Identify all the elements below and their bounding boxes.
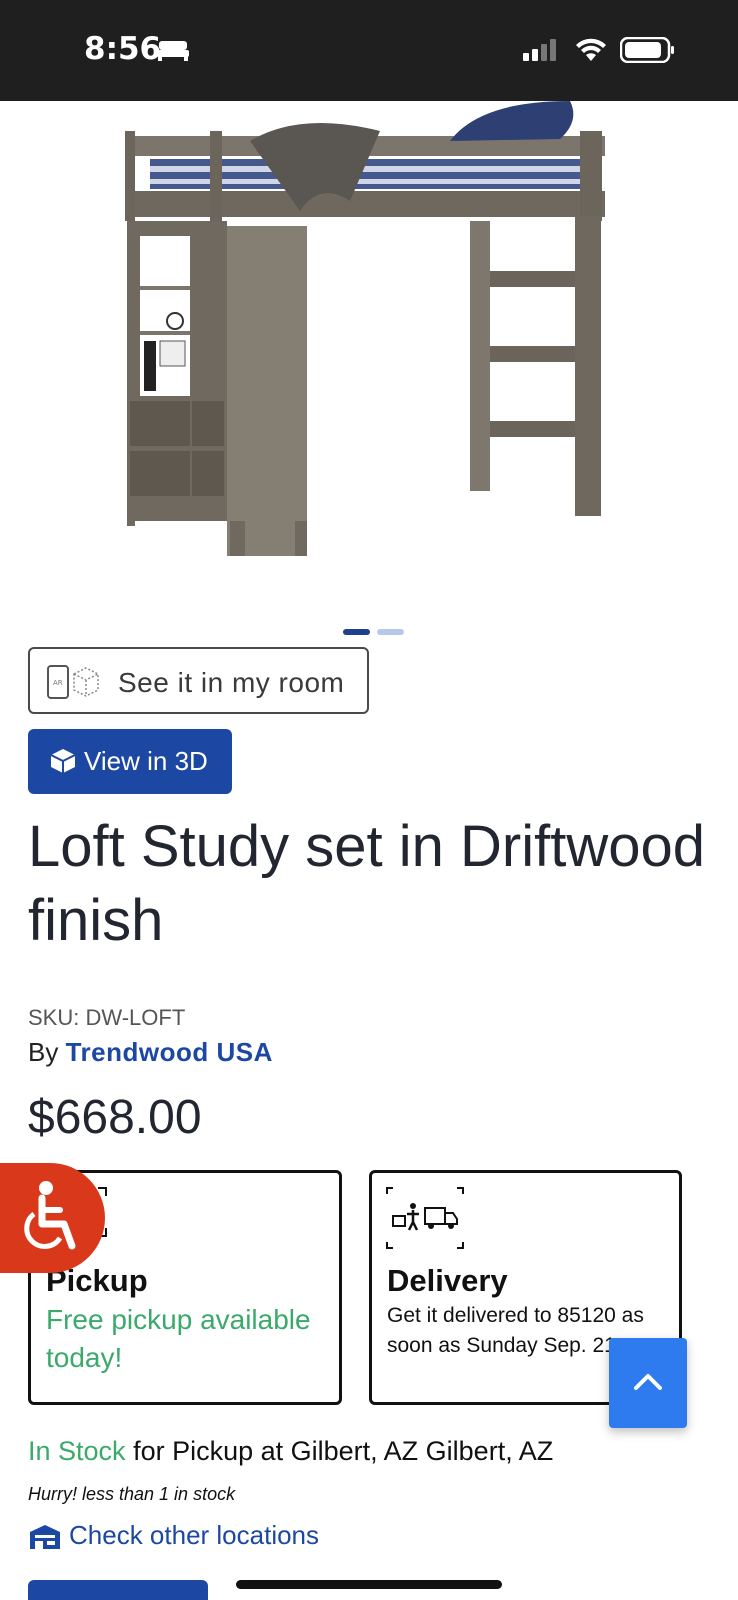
carousel-dot-1[interactable]	[343, 629, 370, 635]
pickup-location: for Pickup at Gilbert, AZ Gilbert, AZ	[133, 1436, 554, 1466]
stock-status: In Stock	[28, 1436, 126, 1466]
cube-icon	[50, 749, 76, 773]
carousel-dots	[343, 629, 405, 635]
chevron-up-icon	[634, 1374, 662, 1390]
product-sku: SKU: DW-LOFT	[28, 1005, 186, 1030]
home-indicator	[236, 1580, 502, 1589]
scroll-to-top-button[interactable]	[609, 1338, 687, 1428]
product-title: Loft Study set in Driftwood finish	[28, 814, 705, 953]
signal-icon	[523, 39, 556, 61]
ar-phone-icon: AR	[47, 665, 99, 699]
by-label: By	[28, 1037, 59, 1067]
view-in-3d-label: View in 3D	[84, 746, 208, 776]
stock-line: In Stock for Pickup at Gilbert, AZ Gilbe…	[28, 1436, 553, 1467]
status-time: 8:56	[84, 31, 162, 67]
battery-icon	[620, 37, 674, 63]
product-image[interactable]	[100, 101, 640, 581]
add-to-cart-button[interactable]	[28, 1580, 208, 1600]
status-bar: 8:56	[0, 0, 738, 101]
carousel-dot-2[interactable]	[377, 629, 404, 635]
wifi-icon	[576, 38, 606, 61]
stock-warning: Hurry! less than 1 in stock	[28, 1484, 236, 1504]
wheelchair-icon	[24, 1181, 76, 1250]
view-in-3d-button[interactable]: View in 3D	[28, 729, 232, 794]
product-price: $668.00	[28, 1091, 202, 1144]
brand-line: By Trendwood USA	[28, 1037, 273, 1068]
check-other-locations-label: Check other locations	[69, 1520, 320, 1550]
see-in-room-label: See it in my room	[118, 667, 345, 698]
pickup-availability: Free pickup available today!	[46, 1304, 311, 1373]
brand-link[interactable]: Trendwood USA	[66, 1037, 273, 1067]
store-icon	[30, 1525, 60, 1549]
bed-icon	[157, 41, 189, 61]
delivery-truck-icon	[386, 1187, 464, 1249]
delivery-title: Delivery	[387, 1263, 508, 1298]
see-in-room-button[interactable]: AR See it in my room	[28, 647, 369, 714]
accessibility-button[interactable]	[0, 1163, 105, 1273]
svg-text:AR: AR	[53, 679, 63, 687]
